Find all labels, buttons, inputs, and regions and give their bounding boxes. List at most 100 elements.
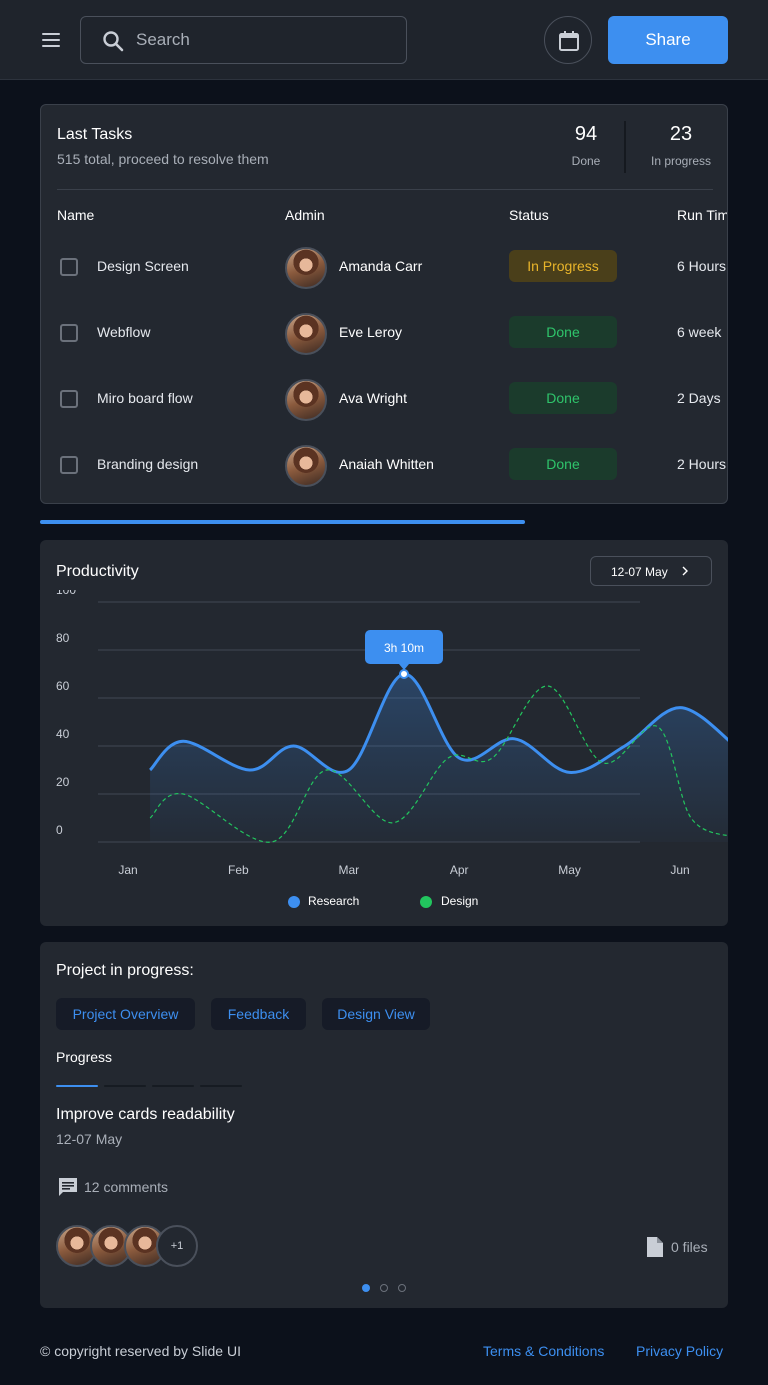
copyright: © copyright reserved by Slide UI: [40, 1343, 241, 1359]
item-title: Improve cards readability: [56, 1106, 235, 1123]
admin-name: Anaiah Whitten: [339, 456, 434, 472]
files-count[interactable]: 0 files: [671, 1239, 708, 1255]
column-header-run-time[interactable]: Run Time: [677, 207, 727, 223]
run-time: 6 week: [677, 324, 722, 340]
y-tick-label: 40: [56, 727, 70, 741]
x-tick-label: May: [558, 863, 581, 877]
search-icon: [103, 31, 124, 52]
productivity-card: Productivity 12-07 May 0 20 40 60 80 100 Jan Fe…: [40, 540, 728, 926]
avatar: [285, 247, 327, 289]
progress-step: [56, 1085, 98, 1087]
share-button[interactable]: Share: [608, 16, 728, 64]
x-tick-label: Feb: [228, 863, 249, 877]
column-header-name[interactable]: Name: [57, 207, 94, 223]
progress-step: [104, 1085, 146, 1087]
run-time: 2 Days: [677, 390, 721, 406]
task-name: Branding design: [97, 456, 199, 472]
done-label: Done: [571, 154, 601, 168]
progress-step: [200, 1085, 242, 1087]
done-stat: 94 Done: [561, 123, 611, 168]
top-bar: Share: [0, 0, 768, 80]
search-box[interactable]: [80, 16, 407, 64]
legend-research: Research: [308, 894, 360, 908]
tasks-subtitle: 515 total, proceed to resolve them: [57, 151, 269, 167]
pager-dot[interactable]: [362, 1284, 370, 1292]
tasks-title: Last Tasks: [57, 126, 133, 143]
project-card: Project in progress: Project Overview Fe…: [40, 942, 728, 1308]
in-progress-stat: 23 In progress: [641, 123, 721, 168]
table-row: Webflow Eve Leroy Done 6 week: [41, 305, 727, 371]
y-tick-label: 100: [56, 590, 76, 597]
row-checkbox[interactable]: [60, 456, 78, 474]
productivity-chart: 0 20 40 60 80 100 Jan Feb Mar Apr May Jun 3h 10m: [56, 590, 728, 877]
productivity-title: Productivity: [56, 563, 139, 580]
chart-point-highlight: [399, 669, 409, 679]
admin-name: Ava Wright: [339, 390, 407, 406]
task-name: Design Screen: [97, 258, 189, 274]
legend-dot-design: [420, 896, 432, 908]
calendar-button[interactable]: [544, 16, 592, 64]
chevron-right-icon: [682, 566, 688, 576]
terms-link[interactable]: Terms & Conditions: [483, 1343, 604, 1359]
menu-icon[interactable]: [40, 28, 64, 52]
date-range-button[interactable]: 12-07 May: [590, 556, 712, 586]
admin-name: Amanda Carr: [339, 258, 423, 274]
legend-design: Design: [441, 894, 479, 908]
progress-step: [152, 1085, 194, 1087]
item-date: 12-07 May: [56, 1131, 123, 1147]
horizontal-scrollbar[interactable]: [40, 520, 728, 524]
row-checkbox[interactable]: [60, 324, 78, 342]
table-row: Design Screen Amanda Carr In Progress 6 …: [41, 239, 727, 305]
table-row: Miro board flow Ava Wright Done 2 Days: [41, 371, 727, 437]
run-time: 6 Hours: [677, 258, 727, 274]
status-badge: Done: [509, 382, 617, 414]
status-badge: In Progress: [509, 250, 617, 282]
scrollbar-thumb[interactable]: [40, 520, 526, 524]
last-tasks-card: Last Tasks 515 total, proceed to resolve…: [40, 104, 728, 504]
more-members-badge[interactable]: +1: [156, 1225, 198, 1267]
avatar: [285, 379, 327, 421]
date-range-label: 12-07 May: [611, 565, 668, 579]
progress-label: Progress: [56, 1049, 113, 1065]
x-tick-label: Apr: [450, 863, 469, 877]
y-tick-label: 60: [56, 679, 70, 693]
pager-dot[interactable]: [380, 1284, 388, 1292]
comment-icon: [59, 1178, 77, 1196]
run-time: 2 Hours: [677, 456, 727, 472]
pager-dot[interactable]: [398, 1284, 406, 1292]
y-tick-label: 0: [56, 823, 63, 837]
progress-label: In progress: [650, 154, 712, 168]
status-badge: Done: [509, 448, 617, 480]
series-area-research: [150, 673, 728, 842]
row-checkbox[interactable]: [60, 258, 78, 276]
avatar: [285, 445, 327, 487]
project-title: Project in progress:: [56, 962, 194, 979]
avatar: [285, 313, 327, 355]
done-count: 94: [574, 123, 598, 145]
progress-count: 23: [669, 123, 693, 145]
tab-project-overview[interactable]: Project Overview: [56, 998, 195, 1030]
privacy-link[interactable]: Privacy Policy: [636, 1343, 723, 1359]
tooltip-text: 3h 10m: [384, 641, 424, 655]
column-header-admin[interactable]: Admin: [285, 207, 325, 223]
y-tick-label: 80: [56, 631, 70, 645]
file-icon: [647, 1237, 663, 1257]
column-header-status[interactable]: Status: [509, 207, 549, 223]
search-input[interactable]: [136, 17, 396, 63]
calendar-icon: [559, 31, 579, 51]
row-checkbox[interactable]: [60, 390, 78, 408]
divider: [57, 189, 713, 190]
x-tick-label: Mar: [338, 863, 359, 877]
x-tick-label: Jun: [670, 863, 689, 877]
task-name: Miro board flow: [97, 390, 193, 406]
admin-name: Eve Leroy: [339, 324, 403, 340]
y-tick-label: 20: [56, 775, 70, 789]
table-row: Branding design Anaiah Whitten Done 2 Ho…: [41, 437, 727, 503]
tab-design-view[interactable]: Design View: [322, 998, 430, 1030]
task-name: Webflow: [97, 324, 151, 340]
legend-dot-research: [288, 896, 300, 908]
x-tick-label: Jan: [118, 863, 137, 877]
tab-feedback[interactable]: Feedback: [211, 998, 306, 1030]
status-badge: Done: [509, 316, 617, 348]
comments-count[interactable]: 12 comments: [84, 1179, 168, 1195]
